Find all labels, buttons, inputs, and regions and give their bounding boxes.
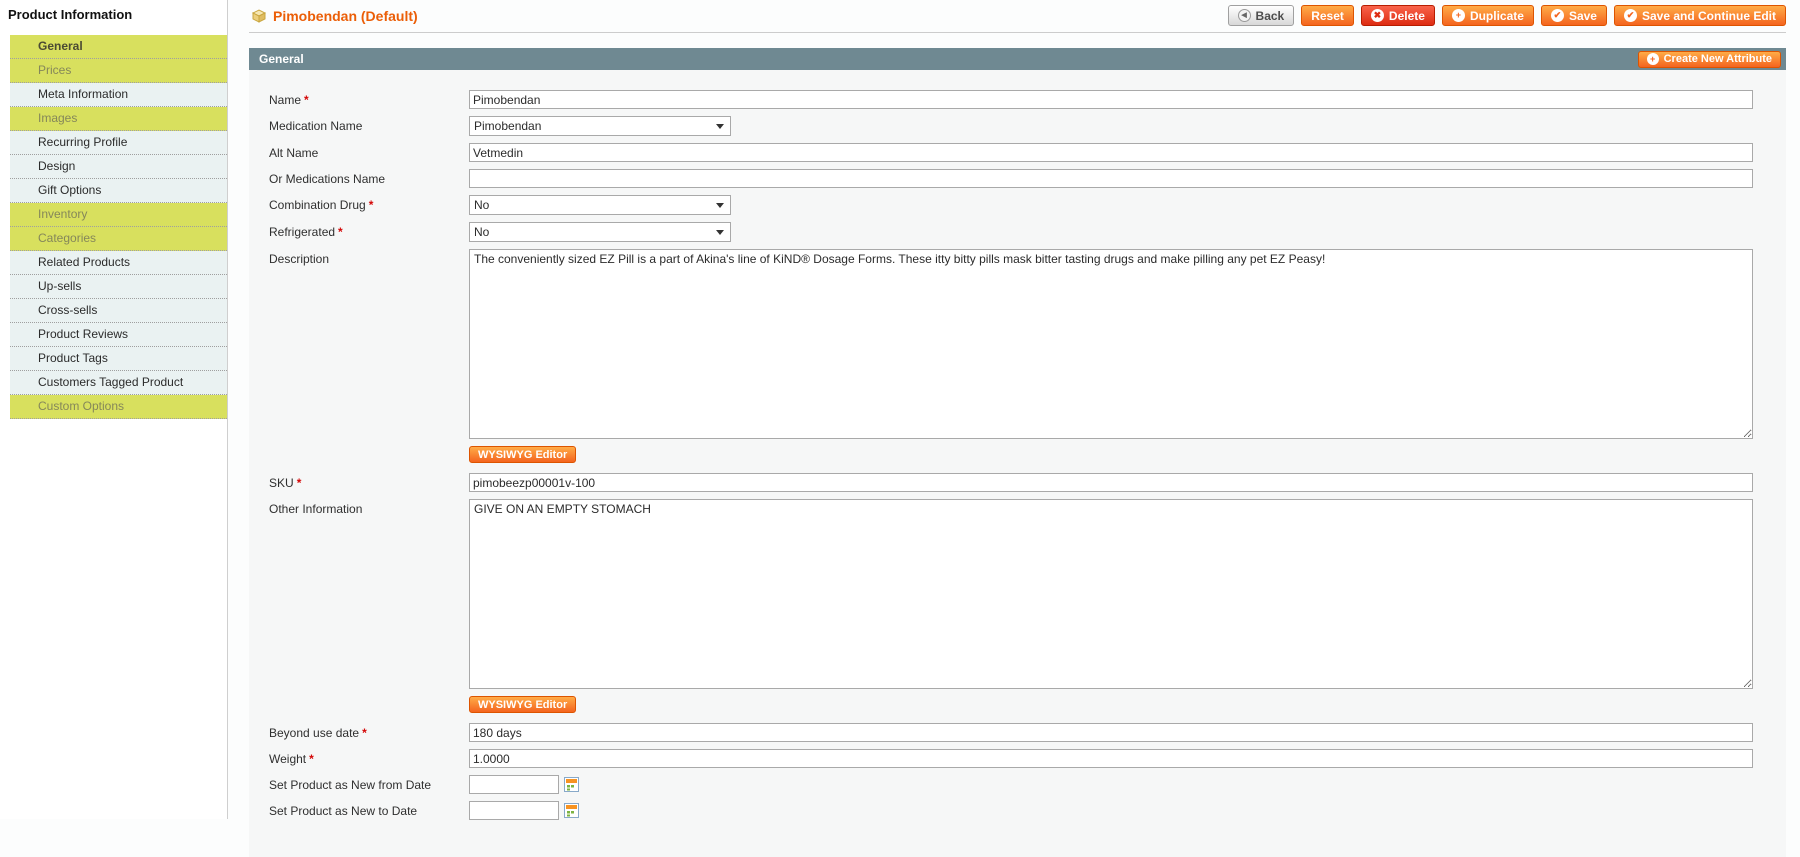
beyond-use-date-input[interactable]: [469, 723, 1753, 742]
new-to-date-input[interactable]: [469, 801, 559, 820]
combination-drug-label: Combination Drug*: [269, 195, 469, 212]
alt-name-label: Alt Name: [269, 143, 469, 160]
alt-name-input[interactable]: [469, 143, 1753, 162]
combination-drug-select[interactable]: No: [469, 195, 731, 215]
sidebar-item-general[interactable]: General: [10, 35, 227, 59]
wysiwyg-editor-button[interactable]: WYSIWYG Editor: [469, 696, 576, 713]
form-row-name: Name*: [269, 90, 1753, 109]
sidebar-item-prices[interactable]: Prices: [10, 59, 227, 83]
sidebar-item-inventory[interactable]: Inventory: [10, 203, 227, 227]
main-content: Pimobendan (Default) ◀ Back Reset ✖ Dele…: [229, 0, 1800, 819]
form-row-or-medications-name: Or Medications Name: [269, 169, 1753, 188]
sidebar-item-up-sells[interactable]: Up-sells: [10, 275, 227, 299]
wysiwyg-row: WYSIWYG Editor: [269, 446, 1753, 463]
sidebar-item-recurring-profile[interactable]: Recurring Profile: [10, 131, 227, 155]
page-header: Pimobendan (Default) ◀ Back Reset ✖ Dele…: [249, 0, 1786, 33]
description-label: Description: [269, 249, 469, 266]
page-title: Pimobendan (Default): [251, 8, 418, 24]
back-arrow-icon: ◀: [1238, 9, 1251, 22]
other-information-textarea[interactable]: GIVE ON AN EMPTY STOMACH: [469, 499, 1753, 689]
sidebar-item-related-products[interactable]: Related Products: [10, 251, 227, 275]
or-medications-name-input[interactable]: [469, 169, 1753, 188]
sidebar-item-categories[interactable]: Categories: [10, 227, 227, 251]
product-information-sidebar: Product Information General Prices Meta …: [0, 0, 228, 819]
dropdown-arrow-icon: [716, 230, 724, 235]
delete-x-icon: ✖: [1371, 9, 1384, 22]
sidebar-item-product-reviews[interactable]: Product Reviews: [10, 323, 227, 347]
sidebar-item-design[interactable]: Design: [10, 155, 227, 179]
page-title-text: Pimobendan (Default): [273, 8, 418, 24]
sidebar-item-gift-options[interactable]: Gift Options: [10, 179, 227, 203]
sku-input[interactable]: [469, 473, 1753, 492]
check-circle-icon: ✔: [1551, 9, 1564, 22]
description-textarea[interactable]: The conveniently sized EZ Pill is a part…: [469, 249, 1753, 439]
form-row-medication-name: Medication Name Pimobendan: [269, 116, 1753, 136]
sidebar-item-images[interactable]: Images: [10, 107, 227, 131]
new-from-date-input[interactable]: [469, 775, 559, 794]
save-and-continue-button[interactable]: ✔ Save and Continue Edit: [1614, 5, 1786, 26]
weight-label: Weight*: [269, 749, 469, 766]
sidebar-item-customers-tagged-product[interactable]: Customers Tagged Product: [10, 371, 227, 395]
sidebar-item-product-tags[interactable]: Product Tags: [10, 347, 227, 371]
duplicate-button[interactable]: + Duplicate: [1442, 5, 1534, 26]
weight-input[interactable]: [469, 749, 1753, 768]
form-row-other-information: Other Information GIVE ON AN EMPTY STOMA…: [269, 499, 1753, 689]
delete-button[interactable]: ✖ Delete: [1361, 5, 1435, 26]
header-buttons: ◀ Back Reset ✖ Delete + Duplicate ✔ Save…: [1228, 5, 1786, 26]
form-row-new-from-date: Set Product as New from Date: [269, 775, 1753, 794]
calendar-icon[interactable]: [564, 803, 579, 818]
back-button[interactable]: ◀ Back: [1228, 5, 1295, 26]
reset-button[interactable]: Reset: [1301, 5, 1354, 26]
form-row-weight: Weight*: [269, 749, 1753, 768]
create-new-attribute-button[interactable]: + Create New Attribute: [1638, 51, 1781, 68]
name-label: Name*: [269, 90, 469, 107]
sku-label: SKU*: [269, 473, 469, 490]
save-button[interactable]: ✔ Save: [1541, 5, 1607, 26]
refrigerated-label: Refrigerated*: [269, 222, 469, 239]
form-row-refrigerated: Refrigerated* No: [269, 222, 1753, 242]
dropdown-arrow-icon: [716, 124, 724, 129]
product-box-icon: [251, 8, 267, 24]
general-form: Name* Medication Name Pimobendan Alt Nam…: [249, 70, 1786, 857]
sidebar-item-custom-options[interactable]: Custom Options: [10, 395, 227, 419]
form-row-new-to-date: Set Product as New to Date: [269, 801, 1753, 820]
sidebar-item-meta-information[interactable]: Meta Information: [10, 83, 227, 107]
name-input[interactable]: [469, 90, 1753, 109]
wysiwyg-row: WYSIWYG Editor: [269, 696, 1753, 713]
form-row-combination-drug: Combination Drug* No: [269, 195, 1753, 215]
form-row-beyond-use-date: Beyond use date*: [269, 723, 1753, 742]
medication-name-label: Medication Name: [269, 116, 469, 133]
or-medications-name-label: Or Medications Name: [269, 169, 469, 186]
sidebar-item-cross-sells[interactable]: Cross-sells: [10, 299, 227, 323]
check-circle-icon: ✔: [1624, 9, 1637, 22]
dropdown-arrow-icon: [716, 203, 724, 208]
medication-name-select[interactable]: Pimobendan: [469, 116, 731, 136]
form-row-alt-name: Alt Name: [269, 143, 1753, 162]
other-information-label: Other Information: [269, 499, 469, 516]
form-row-sku: SKU*: [269, 473, 1753, 492]
wysiwyg-editor-button[interactable]: WYSIWYG Editor: [469, 446, 576, 463]
new-to-date-label: Set Product as New to Date: [269, 801, 469, 818]
plus-circle-icon: +: [1647, 53, 1659, 65]
refrigerated-select[interactable]: No: [469, 222, 731, 242]
new-from-date-label: Set Product as New from Date: [269, 775, 469, 792]
calendar-icon[interactable]: [564, 777, 579, 792]
sidebar-title: Product Information: [0, 0, 227, 35]
general-panel-header: General + Create New Attribute: [249, 48, 1786, 70]
panel-title: General: [259, 52, 304, 66]
beyond-use-date-label: Beyond use date*: [269, 723, 469, 740]
form-row-description: Description The conveniently sized EZ Pi…: [269, 249, 1753, 439]
plus-circle-icon: +: [1452, 9, 1465, 22]
